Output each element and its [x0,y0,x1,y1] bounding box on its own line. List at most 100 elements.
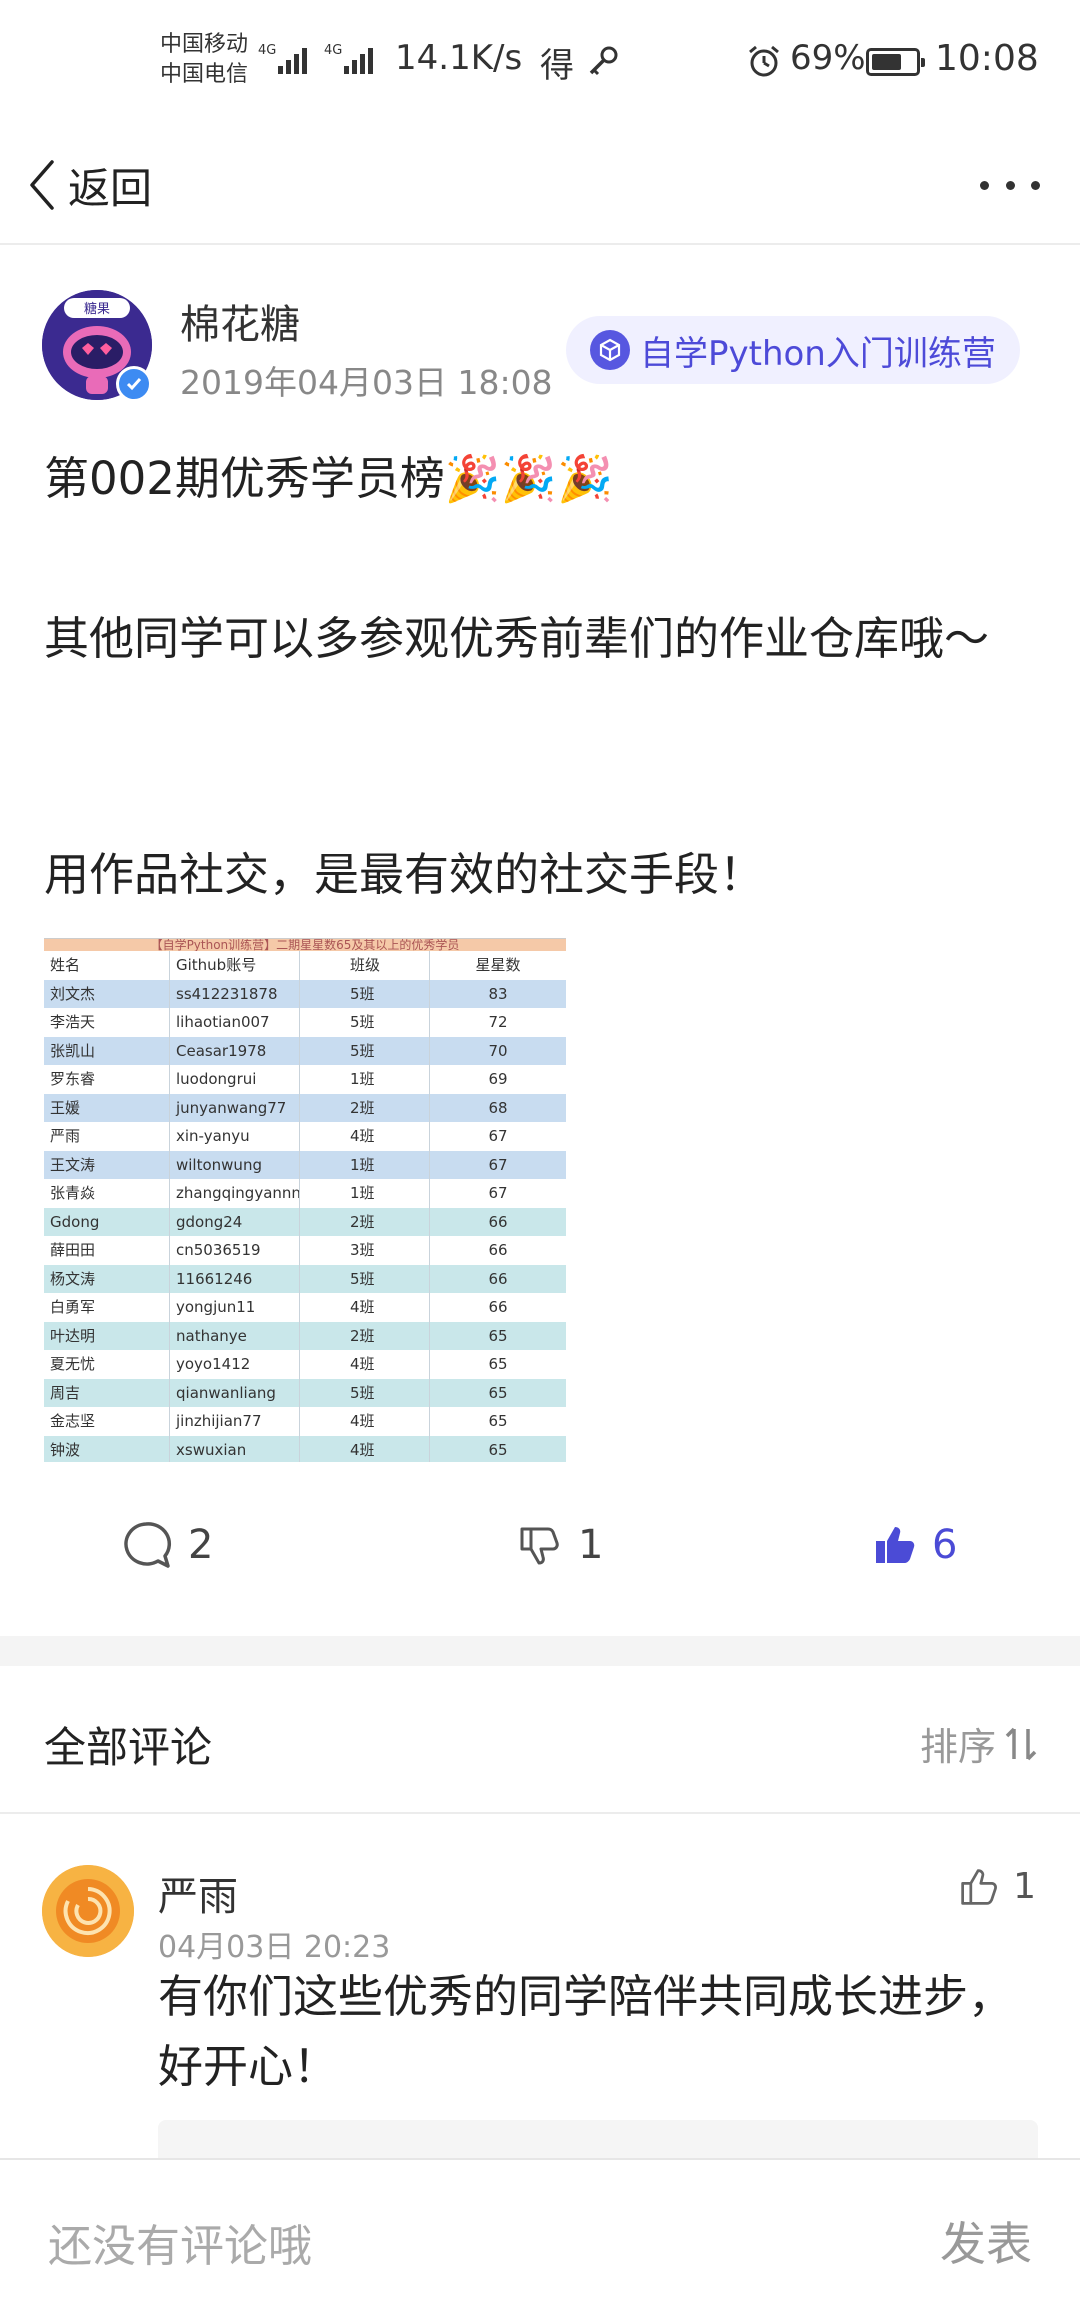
avatar-badge-text: 糖果 [84,301,110,317]
signal-1-icon: 4G [258,43,307,74]
table-cell: 69 [488,1070,508,1088]
publish-button[interactable]: 发表 [940,2208,1032,2274]
table-row: 李浩天 lihaotian007 5班 72 [44,1008,566,1037]
table-cell: 3班 [300,1236,430,1265]
thumbs-up-icon [876,1527,915,1563]
table-row: 王文涛 wiltonwung 1班 67 [44,1150,566,1179]
table-row: 叶达明 nathanye 2班 65 [44,1321,566,1350]
table-cell: 张凯山 [44,1036,170,1065]
table-cell: 65 [488,1383,508,1402]
dislike-button[interactable]: 1 [518,1505,603,1585]
table-cell: 刘文杰 [44,979,170,1008]
table-row: 杨文涛 11661246 5班 66 [44,1264,566,1293]
battery-icon [866,48,925,76]
alarm-icon [749,45,779,77]
battery-percent: 69% [790,38,866,78]
table-row: 周吉 qianwanliang 5班 65 [44,1378,566,1407]
app-notification-icon: 得 [540,46,574,86]
comments-header: 全部评论 排序 [0,1666,1080,1814]
chevron-left-icon [30,160,54,210]
commenter-name[interactable]: 严雨 [158,1864,238,1922]
table-header-cell: 班级 [300,951,430,980]
comment-bubble-icon [124,1522,171,1568]
sort-label: 排序 [919,1725,996,1769]
comment-input[interactable]: 还没有评论哦 [48,2210,312,2274]
table-cell: lihaotian007 [170,1008,300,1037]
comments-title: 全部评论 [44,1723,213,1772]
network-1-label: 4G [258,43,276,58]
table-cell: qianwanliang [170,1378,300,1407]
back-button[interactable]: 返回 [28,145,152,225]
comment-count: 2 [188,1522,214,1568]
back-label: 返回 [68,163,153,213]
table-cell: 4班 [300,1122,430,1151]
table-cell: 周吉 [44,1378,170,1407]
dislike-count: 1 [578,1522,604,1568]
topic-tag[interactable]: 自学Python入门训练营 [566,316,1020,384]
thumbs-down-icon [520,1527,559,1565]
status-bar: 中国移动 中国电信 4G 4G 14.1K/s 得 69% 10:08 [0,0,1080,125]
carrier-2: 中国电信 [160,62,249,87]
battery-fill [872,54,901,70]
table-cell: 张青焱 [44,1179,170,1208]
table-cell: 夏无忧 [44,1350,170,1379]
table-cell: nathanye [170,1321,300,1350]
comment-button[interactable]: 2 [120,1505,213,1585]
table-cell: cn5036519 [170,1236,300,1265]
topic-cube-icon [590,330,630,370]
table-cell: 罗东睿 [44,1065,170,1094]
comment-like-button[interactable]: 1 [959,1866,1036,1907]
table-row: 夏无忧 yoyo1412 4班 65 [44,1350,566,1379]
like-button[interactable]: 6 [872,1505,957,1585]
table-cell: 65 [488,1355,508,1373]
table-cell: 67 [488,1155,508,1174]
network-speed: 14.1K/s [395,38,523,78]
table-cell: Gdong [44,1207,170,1236]
table-cell: 王文涛 [44,1150,170,1179]
table-cell: 2班 [300,1207,430,1236]
comment-date: 04月03日 20:23 [158,1930,391,1965]
table-cell: 白勇军 [44,1293,170,1322]
table-row: 严雨 xin-yanyu 4班 67 [44,1122,566,1151]
table-cell: 杨文涛 [44,1264,170,1293]
table-cell: gdong24 [170,1207,300,1236]
table-row: 王媛 junyanwang77 2班 68 [44,1093,566,1122]
table-cell: Ceasar1978 [170,1036,300,1065]
topic-tag-label: 自学Python入门训练营 [640,333,996,374]
table-row: 张青焱 zhangqingyannn 1班 67 [44,1179,566,1208]
sort-arrows-icon [1005,1727,1037,1760]
table-cell: 叶达明 [44,1321,170,1350]
table-cell: 65 [488,1326,508,1345]
table-cell: 67 [488,1127,508,1145]
post-image-table[interactable]: 【自学Python训练营】二期星星数65及其以上的优秀学员 姓名 Github账… [44,938,566,1462]
comment-replies-box[interactable] [158,2120,1038,2160]
table-cell: 66 [488,1241,508,1259]
sort-button[interactable]: 排序 [920,1716,1038,1771]
more-options-button[interactable] [980,165,1040,205]
post-actions: 2 1 6 [0,1505,1080,1585]
table-cell: 2班 [300,1321,430,1350]
table-cell: jinzhijian77 [170,1407,300,1436]
table-header-cell: Github账号 [170,951,300,980]
commenter-avatar[interactable] [42,1865,134,1957]
author-name[interactable]: 棉花糖 [180,292,300,350]
table-cell: 4班 [300,1435,430,1462]
table-cell: 5班 [300,979,430,1008]
table-row: 白勇军 yongjun11 4班 66 [44,1293,566,1322]
table-cell: 1班 [300,1179,430,1208]
table-cell: ss412231878 [170,979,300,1008]
table-cell: yoyo1412 [170,1350,300,1379]
post-date: 2019年04月03日 18:08 [180,363,553,402]
verified-badge-icon [116,366,152,402]
table-cell: 5班 [300,1264,430,1293]
table-header-row: 姓名 Github账号 班级 星星数 [44,951,566,980]
table-cell: 钟波 [44,1435,170,1462]
table-cell: xin-yanyu [170,1122,300,1151]
table-row: Gdong gdong24 2班 66 [44,1207,566,1236]
comment-like-count: 1 [1013,1866,1036,1907]
table-cell: 72 [488,1013,508,1031]
table-cell: yongjun11 [170,1293,300,1322]
table-cell: 李浩天 [44,1008,170,1037]
post-line-3: 用作品社交，是最有效的社交手段！ [44,848,765,901]
table-header-cell: 星星数 [475,956,521,974]
